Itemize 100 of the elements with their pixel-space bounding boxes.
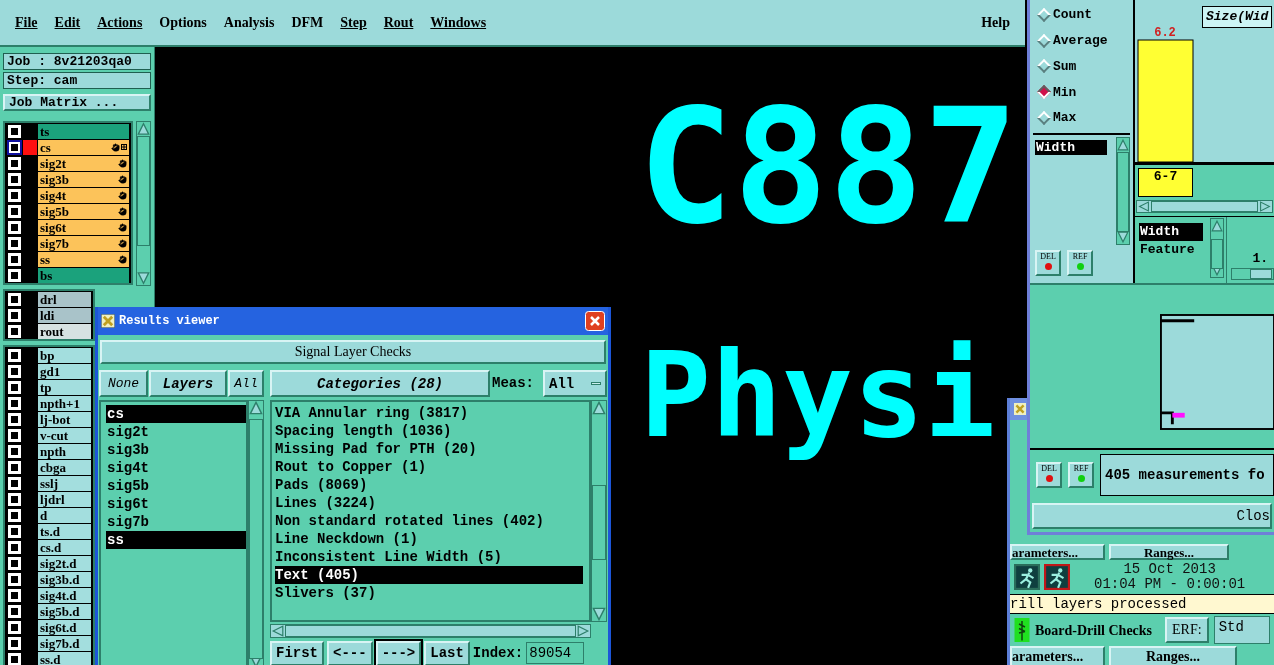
navigation-button[interactable]: First <box>270 640 324 665</box>
list-item[interactable]: sig7b <box>106 513 246 531</box>
canvas-text: Physi <box>640 325 996 466</box>
section-heading[interactable]: Signal Layer Checks <box>100 340 606 364</box>
list-item[interactable]: sig6t <box>106 495 246 513</box>
menu-item[interactable]: Analysis <box>223 12 275 33</box>
layer-name[interactable]: ts <box>38 123 129 139</box>
refresh-button[interactable]: REF <box>1067 250 1093 276</box>
parameters-button[interactable]: arameters... <box>1010 544 1105 560</box>
list-item[interactable]: Slivers (37) <box>275 584 583 602</box>
list-item[interactable]: Text (405) <box>275 566 583 584</box>
all-button[interactable]: All <box>228 370 264 397</box>
menu-item[interactable]: Windows <box>430 12 487 33</box>
menu-item[interactable]: DFM <box>291 12 324 33</box>
menu-item[interactable]: Edit <box>54 12 81 33</box>
delete-button[interactable]: DEL <box>1035 250 1061 276</box>
meas-dropdown[interactable]: All <box>543 370 607 397</box>
status-message: rill layers processed <box>1010 594 1274 614</box>
menu-item[interactable]: File <box>15 12 38 33</box>
radio-button[interactable]: Average <box>1033 30 1130 51</box>
layer-name[interactable]: gd1 <box>38 363 91 379</box>
close-button[interactable]: Clos <box>1032 503 1272 529</box>
layer-name[interactable]: ss.d <box>38 651 91 665</box>
layer-name[interactable]: sig2t <box>38 155 129 171</box>
menu-item[interactable]: Options <box>159 12 207 33</box>
layer-name[interactable]: sig7b.d <box>38 635 91 651</box>
layer-name[interactable]: drl <box>38 291 91 307</box>
list-item[interactable]: Non standard rotated lines (402) <box>275 512 583 530</box>
layer-name[interactable]: npth <box>38 443 91 459</box>
refresh-button[interactable]: REF <box>1068 462 1094 488</box>
list-item[interactable]: cs <box>106 405 246 423</box>
layer-name[interactable]: bp <box>38 347 91 363</box>
navigation-button[interactable]: ---> <box>375 640 422 665</box>
menu-item[interactable]: Actions <box>97 12 143 33</box>
layer-name[interactable]: sig4t <box>38 187 129 203</box>
radio-button[interactable]: Max <box>1033 108 1130 128</box>
check-name: Board-Drill Checks <box>1035 621 1153 640</box>
layer-name[interactable]: bs <box>38 267 129 283</box>
layer-name[interactable]: npth+1 <box>38 395 91 411</box>
list-item[interactable]: ss <box>106 531 246 549</box>
layer-name[interactable]: v-cut <box>38 427 91 443</box>
layer-name[interactable]: sig4t.d <box>38 587 91 603</box>
job-matrix-button[interactable]: Job Matrix ... <box>3 94 151 111</box>
erf-button[interactable]: ERF: <box>1165 617 1209 643</box>
list-item[interactable]: Spacing length (1036) <box>275 422 583 440</box>
delete-button[interactable]: DEL <box>1036 462 1062 488</box>
list-item[interactable]: Lines (3224) <box>275 494 583 512</box>
list-item[interactable]: sig5b <box>106 477 246 495</box>
list-item[interactable]: Rout to Copper (1) <box>275 458 583 476</box>
layer-name[interactable]: sig3b.d <box>38 571 91 587</box>
chart-title: Size(Wid <box>1202 6 1273 28</box>
list-item[interactable]: Feature <box>1139 241 1210 259</box>
layer-name[interactable]: sig6t <box>38 219 129 235</box>
radio-button[interactable]: Min <box>1033 82 1130 103</box>
layer-name[interactable]: sslj <box>38 475 91 491</box>
categories-button[interactable]: Categories (28) <box>270 370 490 397</box>
summary-text: 405 measurements fo <box>1100 454 1274 496</box>
list-item[interactable]: VIA Annular ring (3817) <box>275 404 583 422</box>
layers-button[interactable]: Layers <box>149 370 227 397</box>
layer-name[interactable]: sig3b <box>38 171 129 187</box>
list-item[interactable]: Inconsistent Line Width (5) <box>275 548 583 566</box>
layer-name[interactable]: rout <box>38 323 91 339</box>
layer-name[interactable]: d <box>38 507 91 523</box>
layer-name[interactable]: sig6t.d <box>38 619 91 635</box>
erf-field[interactable]: Std <box>1213 616 1270 644</box>
parameters-button[interactable]: Ranges... <box>1109 646 1237 665</box>
layer-name[interactable]: ljdrl <box>38 491 91 507</box>
none-button[interactable]: None <box>99 370 148 397</box>
list-item[interactable]: Width <box>1035 140 1107 155</box>
list-item[interactable]: sig2t <box>106 423 246 441</box>
radio-button[interactable]: Sum <box>1033 56 1130 77</box>
layer-name[interactable]: lj-bot <box>38 411 91 427</box>
layer-name[interactable]: sig2t.d <box>38 555 91 571</box>
layer-name[interactable]: tp <box>38 379 91 395</box>
parameters-button[interactable]: arameters... <box>1010 646 1105 665</box>
layer-name[interactable]: ss <box>38 251 129 267</box>
layer-name[interactable]: cs <box>38 139 129 155</box>
list-item[interactable]: Width <box>1139 223 1203 241</box>
list-item[interactable]: sig4t <box>106 459 246 477</box>
layer-name[interactable]: sig5b.d <box>38 603 91 619</box>
layer-name[interactable]: cs.d <box>38 539 91 555</box>
list-item[interactable]: Line Neckdown (1) <box>275 530 583 548</box>
menu-item[interactable]: Help <box>981 12 1010 33</box>
menu-item[interactable]: Step <box>340 12 367 33</box>
date-text: 15 Oct 2013 <box>1123 562 1216 577</box>
list-item[interactable]: Missing Pad for PTH (20) <box>275 440 583 458</box>
layer-name[interactable]: ts.d <box>38 523 91 539</box>
navigation-button[interactable]: <--- <box>327 640 373 665</box>
radio-button[interactable]: Count <box>1033 5 1130 25</box>
layer-name[interactable]: sig7b <box>38 235 129 251</box>
menu-item[interactable]: Rout <box>383 12 414 33</box>
layer-name[interactable]: ldi <box>38 307 91 323</box>
parameters-button[interactable]: Ranges... <box>1109 544 1229 560</box>
list-item[interactable]: sig3b <box>106 441 246 459</box>
layer-name[interactable]: sig5b <box>38 203 129 219</box>
layer-name[interactable]: cbga <box>38 459 91 475</box>
list-item[interactable]: Pads (8069) <box>275 476 583 494</box>
step-label: Step: cam <box>3 72 151 89</box>
navigation-button[interactable]: Last <box>424 640 470 665</box>
index-field[interactable]: 89054 <box>526 642 585 664</box>
